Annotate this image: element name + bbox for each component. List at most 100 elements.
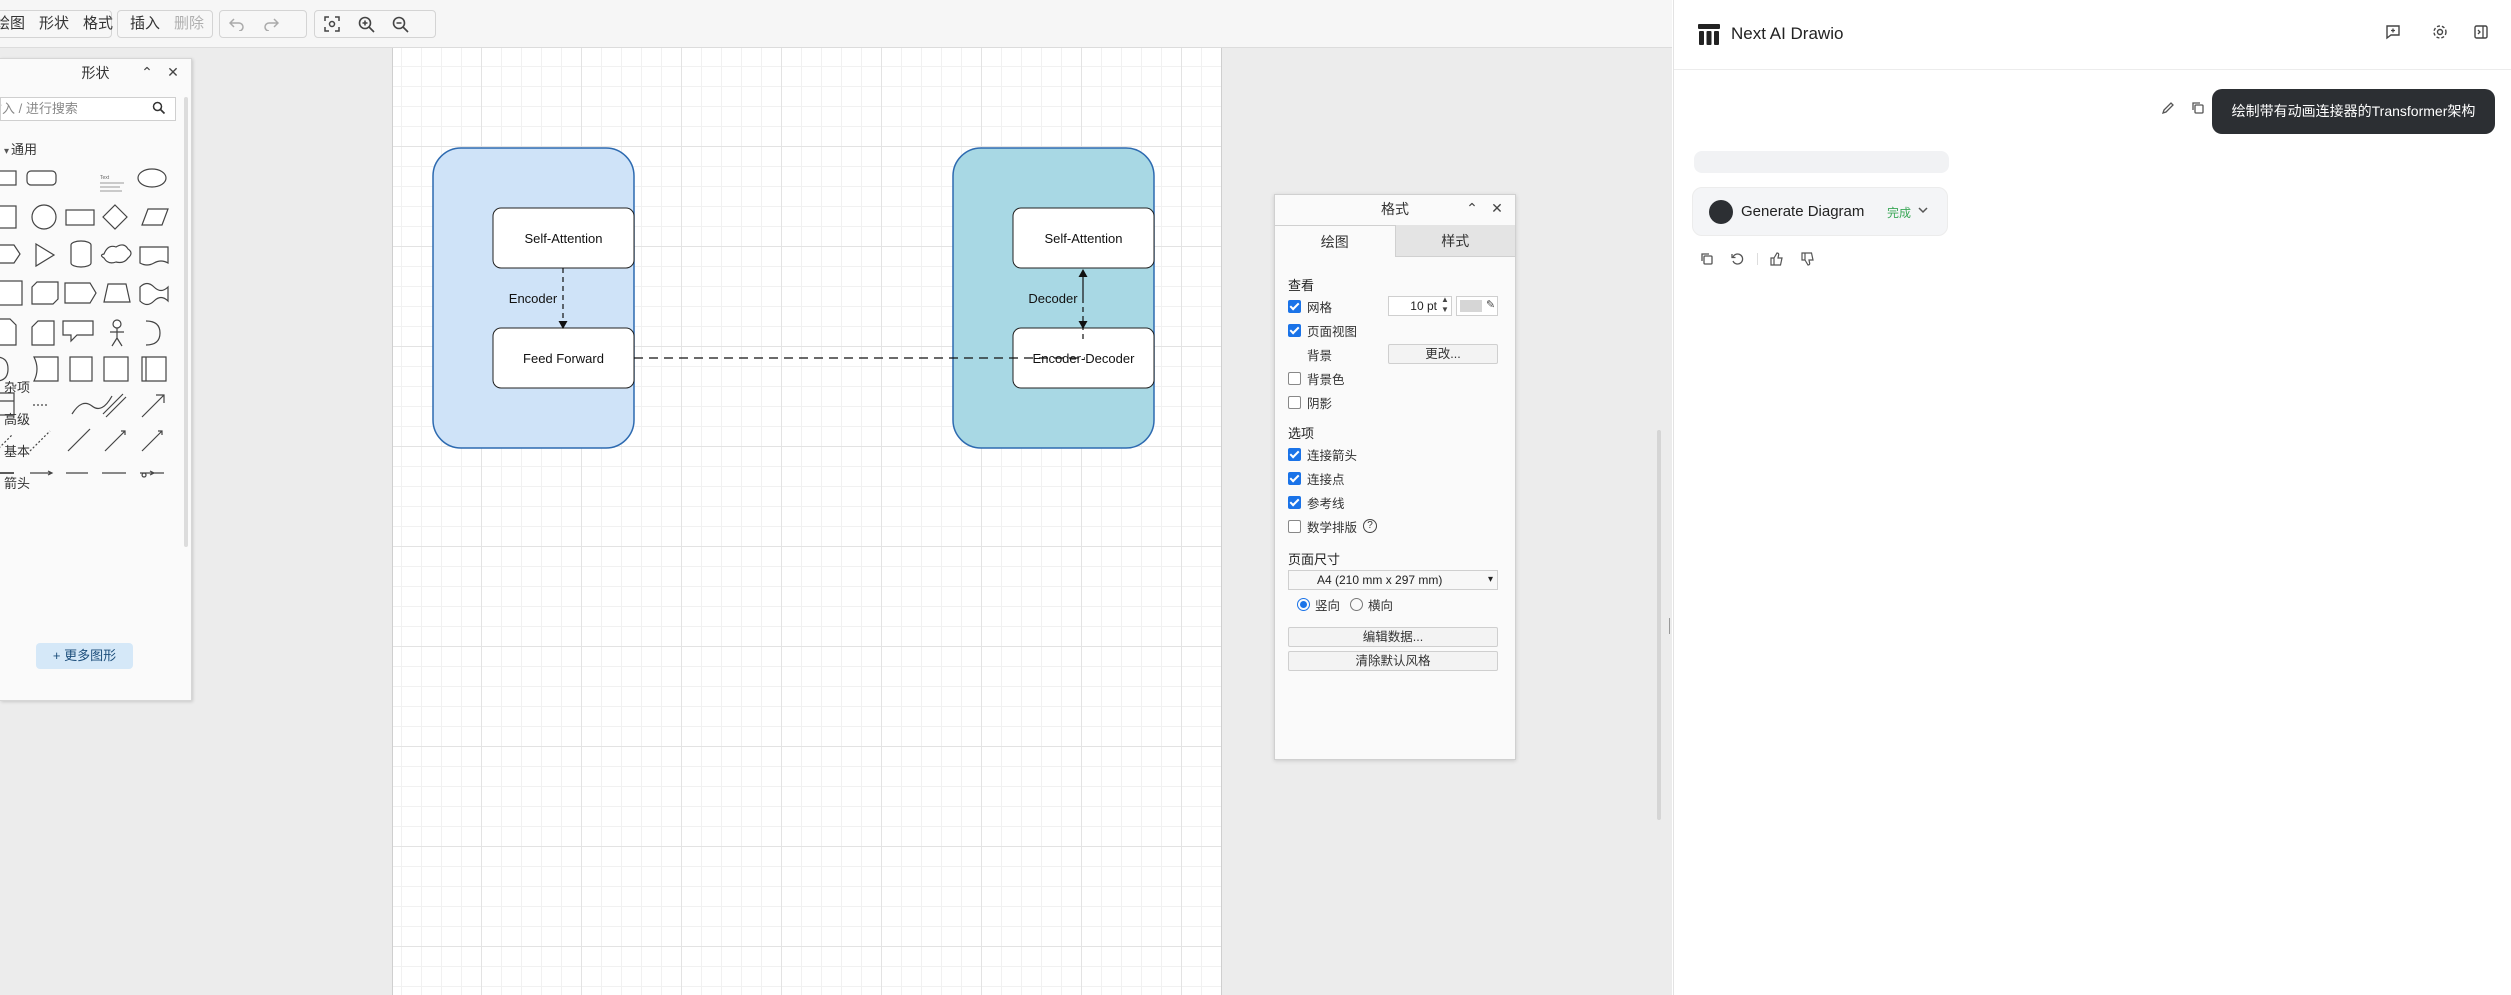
category-general[interactable]: ▾ 通用 xyxy=(4,139,37,158)
grid-option[interactable]: 网格 xyxy=(1288,297,1332,315)
shape-diamond[interactable] xyxy=(102,204,128,230)
menu-shapes[interactable]: 形状 xyxy=(32,11,76,37)
shadow-option[interactable]: 阴影 xyxy=(1288,393,1332,411)
category-misc[interactable]: 杂项 xyxy=(4,377,30,396)
page-view-checkbox[interactable] xyxy=(1288,323,1301,337)
resize-handle[interactable] xyxy=(1669,618,1672,634)
shape-swimlane[interactable] xyxy=(141,356,167,382)
portrait-option[interactable]: 竖向 xyxy=(1297,595,1340,613)
close-icon[interactable]: ✕ xyxy=(164,64,182,81)
category-arrows[interactable]: 箭头 xyxy=(4,473,30,492)
shape-data-storage[interactable] xyxy=(33,356,59,382)
shape-document[interactable] xyxy=(139,246,169,266)
shape-step[interactable] xyxy=(64,282,97,304)
diagram-canvas[interactable]: Self-Attention Feed Forward Encoder Self… xyxy=(392,48,1222,995)
landscape-radio[interactable] xyxy=(1350,597,1363,611)
grid-checkbox[interactable] xyxy=(1288,299,1301,313)
undo-icon[interactable] xyxy=(220,11,254,37)
shape-search-input[interactable]: 输入 / 进行搜索 xyxy=(0,97,176,121)
shape-process[interactable] xyxy=(65,209,95,226)
shape-note[interactable] xyxy=(0,318,17,346)
zoom-out-icon[interactable] xyxy=(383,11,417,37)
fit-icon[interactable] xyxy=(315,11,349,37)
shape-textbox[interactable] xyxy=(100,182,124,192)
more-shapes-button[interactable]: + 更多图形 xyxy=(36,643,133,669)
shadow-checkbox[interactable] xyxy=(1288,395,1301,409)
shape-triangle[interactable] xyxy=(35,242,56,268)
shape-line[interactable] xyxy=(67,428,91,452)
shape-text[interactable]: Text xyxy=(100,175,110,181)
shape-or[interactable] xyxy=(145,320,161,346)
shape-rounded-rect[interactable] xyxy=(26,170,57,186)
gear-icon[interactable] xyxy=(2430,24,2450,44)
math-option[interactable]: 数学排版 ? xyxy=(1288,517,1378,535)
shape-cube[interactable] xyxy=(31,281,59,305)
help-icon[interactable]: ? xyxy=(1363,519,1378,533)
stepper-icon[interactable]: ▲ ▼ xyxy=(1441,295,1449,315)
tool-call-card[interactable]: Generate Diagram 完成 xyxy=(1692,187,1948,236)
shape-rectangle[interactable] xyxy=(0,170,17,186)
edit-icon[interactable] xyxy=(2159,101,2177,118)
regenerate-icon[interactable] xyxy=(1728,252,1746,269)
shape-connector[interactable] xyxy=(141,430,163,452)
shape-arrow[interactable] xyxy=(141,394,165,418)
canvas-scrollbar[interactable] xyxy=(1657,430,1661,820)
delete-button[interactable]: 删除 xyxy=(167,11,211,37)
shape-cylinder[interactable] xyxy=(70,240,92,268)
shape-hexagon[interactable] xyxy=(0,244,21,264)
page-size-select[interactable]: A4 (210 mm x 297 mm) ▾ xyxy=(1288,570,1498,590)
collapse-icon[interactable]: ⌃ xyxy=(138,64,156,81)
tab-diagram[interactable]: 绘图 xyxy=(1275,225,1395,257)
shape-square-2[interactable] xyxy=(69,356,93,382)
shape-directional-line[interactable] xyxy=(104,430,126,452)
guides-option[interactable]: 参考线 xyxy=(1288,493,1345,511)
shape-trapezoid[interactable] xyxy=(103,283,131,303)
page-view-option[interactable]: 页面视图 xyxy=(1288,321,1357,339)
copy-icon[interactable] xyxy=(2189,101,2207,118)
guides-checkbox[interactable] xyxy=(1288,495,1301,509)
shape-internal-storage[interactable] xyxy=(0,280,23,306)
shapes-scrollbar[interactable] xyxy=(184,97,188,547)
connection-arrows-checkbox[interactable] xyxy=(1288,447,1301,461)
math-checkbox[interactable] xyxy=(1288,519,1301,533)
shape-ellipse[interactable] xyxy=(137,168,167,188)
shape-container[interactable] xyxy=(103,356,129,382)
thumbs-up-icon[interactable] xyxy=(1768,252,1786,269)
shape-parallelogram[interactable] xyxy=(141,208,169,226)
change-background-button[interactable]: 更改... xyxy=(1388,344,1498,364)
shape-line-arrow[interactable] xyxy=(30,470,54,476)
connection-arrows-option[interactable]: 连接箭头 xyxy=(1288,445,1357,463)
collapse-panel-icon[interactable] xyxy=(2471,24,2491,44)
bg-color-checkbox[interactable] xyxy=(1288,371,1301,385)
connection-points-option[interactable]: 连接点 xyxy=(1288,469,1345,487)
landscape-option[interactable]: 横向 xyxy=(1350,595,1393,613)
edit-data-button[interactable]: 编辑数据... xyxy=(1288,627,1498,647)
shape-tape[interactable] xyxy=(139,282,169,306)
grid-color-button[interactable]: ✎ xyxy=(1456,296,1498,316)
zoom-in-icon[interactable] xyxy=(349,11,383,37)
close-icon[interactable]: ✕ xyxy=(1488,200,1506,217)
category-advanced[interactable]: 高级 xyxy=(4,409,30,428)
bg-color-option[interactable]: 背景色 xyxy=(1288,369,1345,387)
thumbs-down-icon[interactable] xyxy=(1799,252,1817,269)
shape-square[interactable] xyxy=(0,205,17,229)
new-chat-icon[interactable] xyxy=(2383,24,2403,44)
shape-dotted-line[interactable] xyxy=(29,430,51,452)
shape-cloud[interactable] xyxy=(100,244,132,264)
shape-card[interactable] xyxy=(31,320,55,346)
connection-points-checkbox[interactable] xyxy=(1288,471,1301,485)
collapse-icon[interactable]: ⌃ xyxy=(1463,200,1481,217)
menu-draw[interactable]: 绘图 xyxy=(0,11,32,37)
shape-bidirectional-arrow[interactable] xyxy=(102,393,127,418)
portrait-radio[interactable] xyxy=(1297,597,1310,611)
search-icon[interactable] xyxy=(152,101,166,120)
shape-circle[interactable] xyxy=(31,204,57,230)
shape-actor[interactable] xyxy=(110,319,124,347)
menu-format[interactable]: 格式 xyxy=(76,11,120,37)
shape-callout[interactable] xyxy=(62,320,94,343)
category-basic[interactable]: 基本 xyxy=(4,441,30,460)
tab-style[interactable]: 样式 xyxy=(1394,225,1515,257)
redo-icon[interactable] xyxy=(254,11,288,37)
insert-button[interactable]: 插入 xyxy=(118,11,167,37)
shape-association[interactable] xyxy=(140,470,164,478)
